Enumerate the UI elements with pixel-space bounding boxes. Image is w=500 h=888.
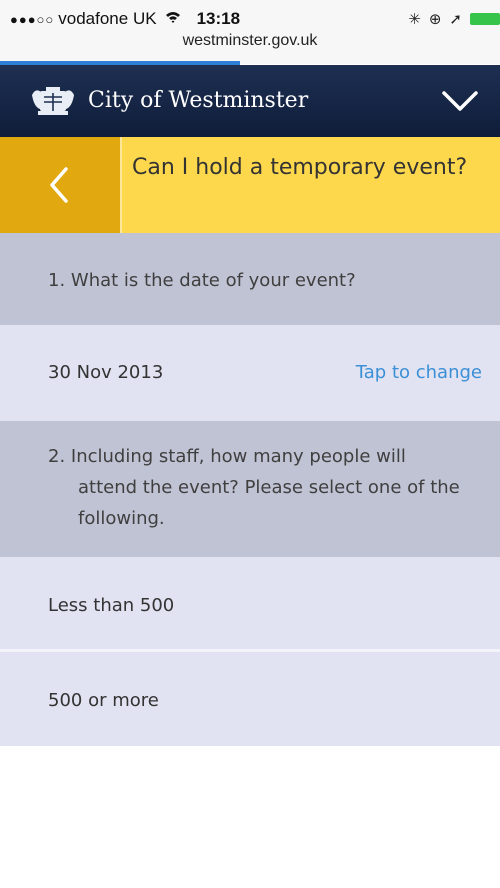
carrier-name: vodafone UK bbox=[58, 9, 157, 28]
option-label: 500 or more bbox=[48, 690, 159, 711]
question-text: 2. Including staff, how many people will… bbox=[48, 446, 460, 529]
chevron-down-icon[interactable] bbox=[438, 81, 482, 121]
battery-icon bbox=[470, 13, 500, 25]
activity-icon: ✳ bbox=[408, 10, 421, 28]
status-bar: ●●●○○ vodafone UK 13:18 ✳ ⊕ ➚ westminste… bbox=[0, 0, 500, 65]
status-left: ●●●○○ vodafone UK 13:18 bbox=[10, 8, 240, 30]
address-bar-url[interactable]: westminster.gov.uk bbox=[0, 32, 500, 50]
crest-icon bbox=[32, 87, 74, 115]
back-button[interactable] bbox=[0, 137, 120, 233]
location-icon: ➚ bbox=[449, 10, 462, 28]
site-header: City of Westminster bbox=[0, 65, 500, 137]
change-date-link[interactable]: Tap to change bbox=[356, 362, 482, 383]
question-text: 1. What is the date of your event? bbox=[48, 270, 356, 291]
clock: 13:18 bbox=[196, 9, 241, 28]
orientation-lock-icon: ⊕ bbox=[428, 10, 442, 28]
selected-date: 30 Nov 2013 bbox=[48, 362, 164, 383]
site-name: City of Westminster bbox=[88, 88, 309, 113]
answer-date-row[interactable]: 30 Nov 2013 Tap to change bbox=[0, 325, 500, 421]
wifi-icon bbox=[165, 10, 181, 29]
signal-strength: ●●●○○ bbox=[10, 11, 55, 27]
question-attendance: 2. Including staff, how many people will… bbox=[0, 421, 500, 557]
chevron-left-icon bbox=[50, 167, 68, 203]
option-500-or-more[interactable]: 500 or more bbox=[0, 652, 500, 746]
option-less-than-500[interactable]: Less than 500 bbox=[0, 557, 500, 649]
title-divider bbox=[120, 137, 122, 233]
question-date: 1. What is the date of your event? bbox=[0, 233, 500, 325]
page-title: Can I hold a temporary event? bbox=[132, 155, 468, 180]
status-right: ✳ ⊕ ➚ bbox=[400, 8, 500, 30]
option-label: Less than 500 bbox=[48, 595, 175, 616]
page-title-bar: Can I hold a temporary event? bbox=[0, 137, 500, 233]
